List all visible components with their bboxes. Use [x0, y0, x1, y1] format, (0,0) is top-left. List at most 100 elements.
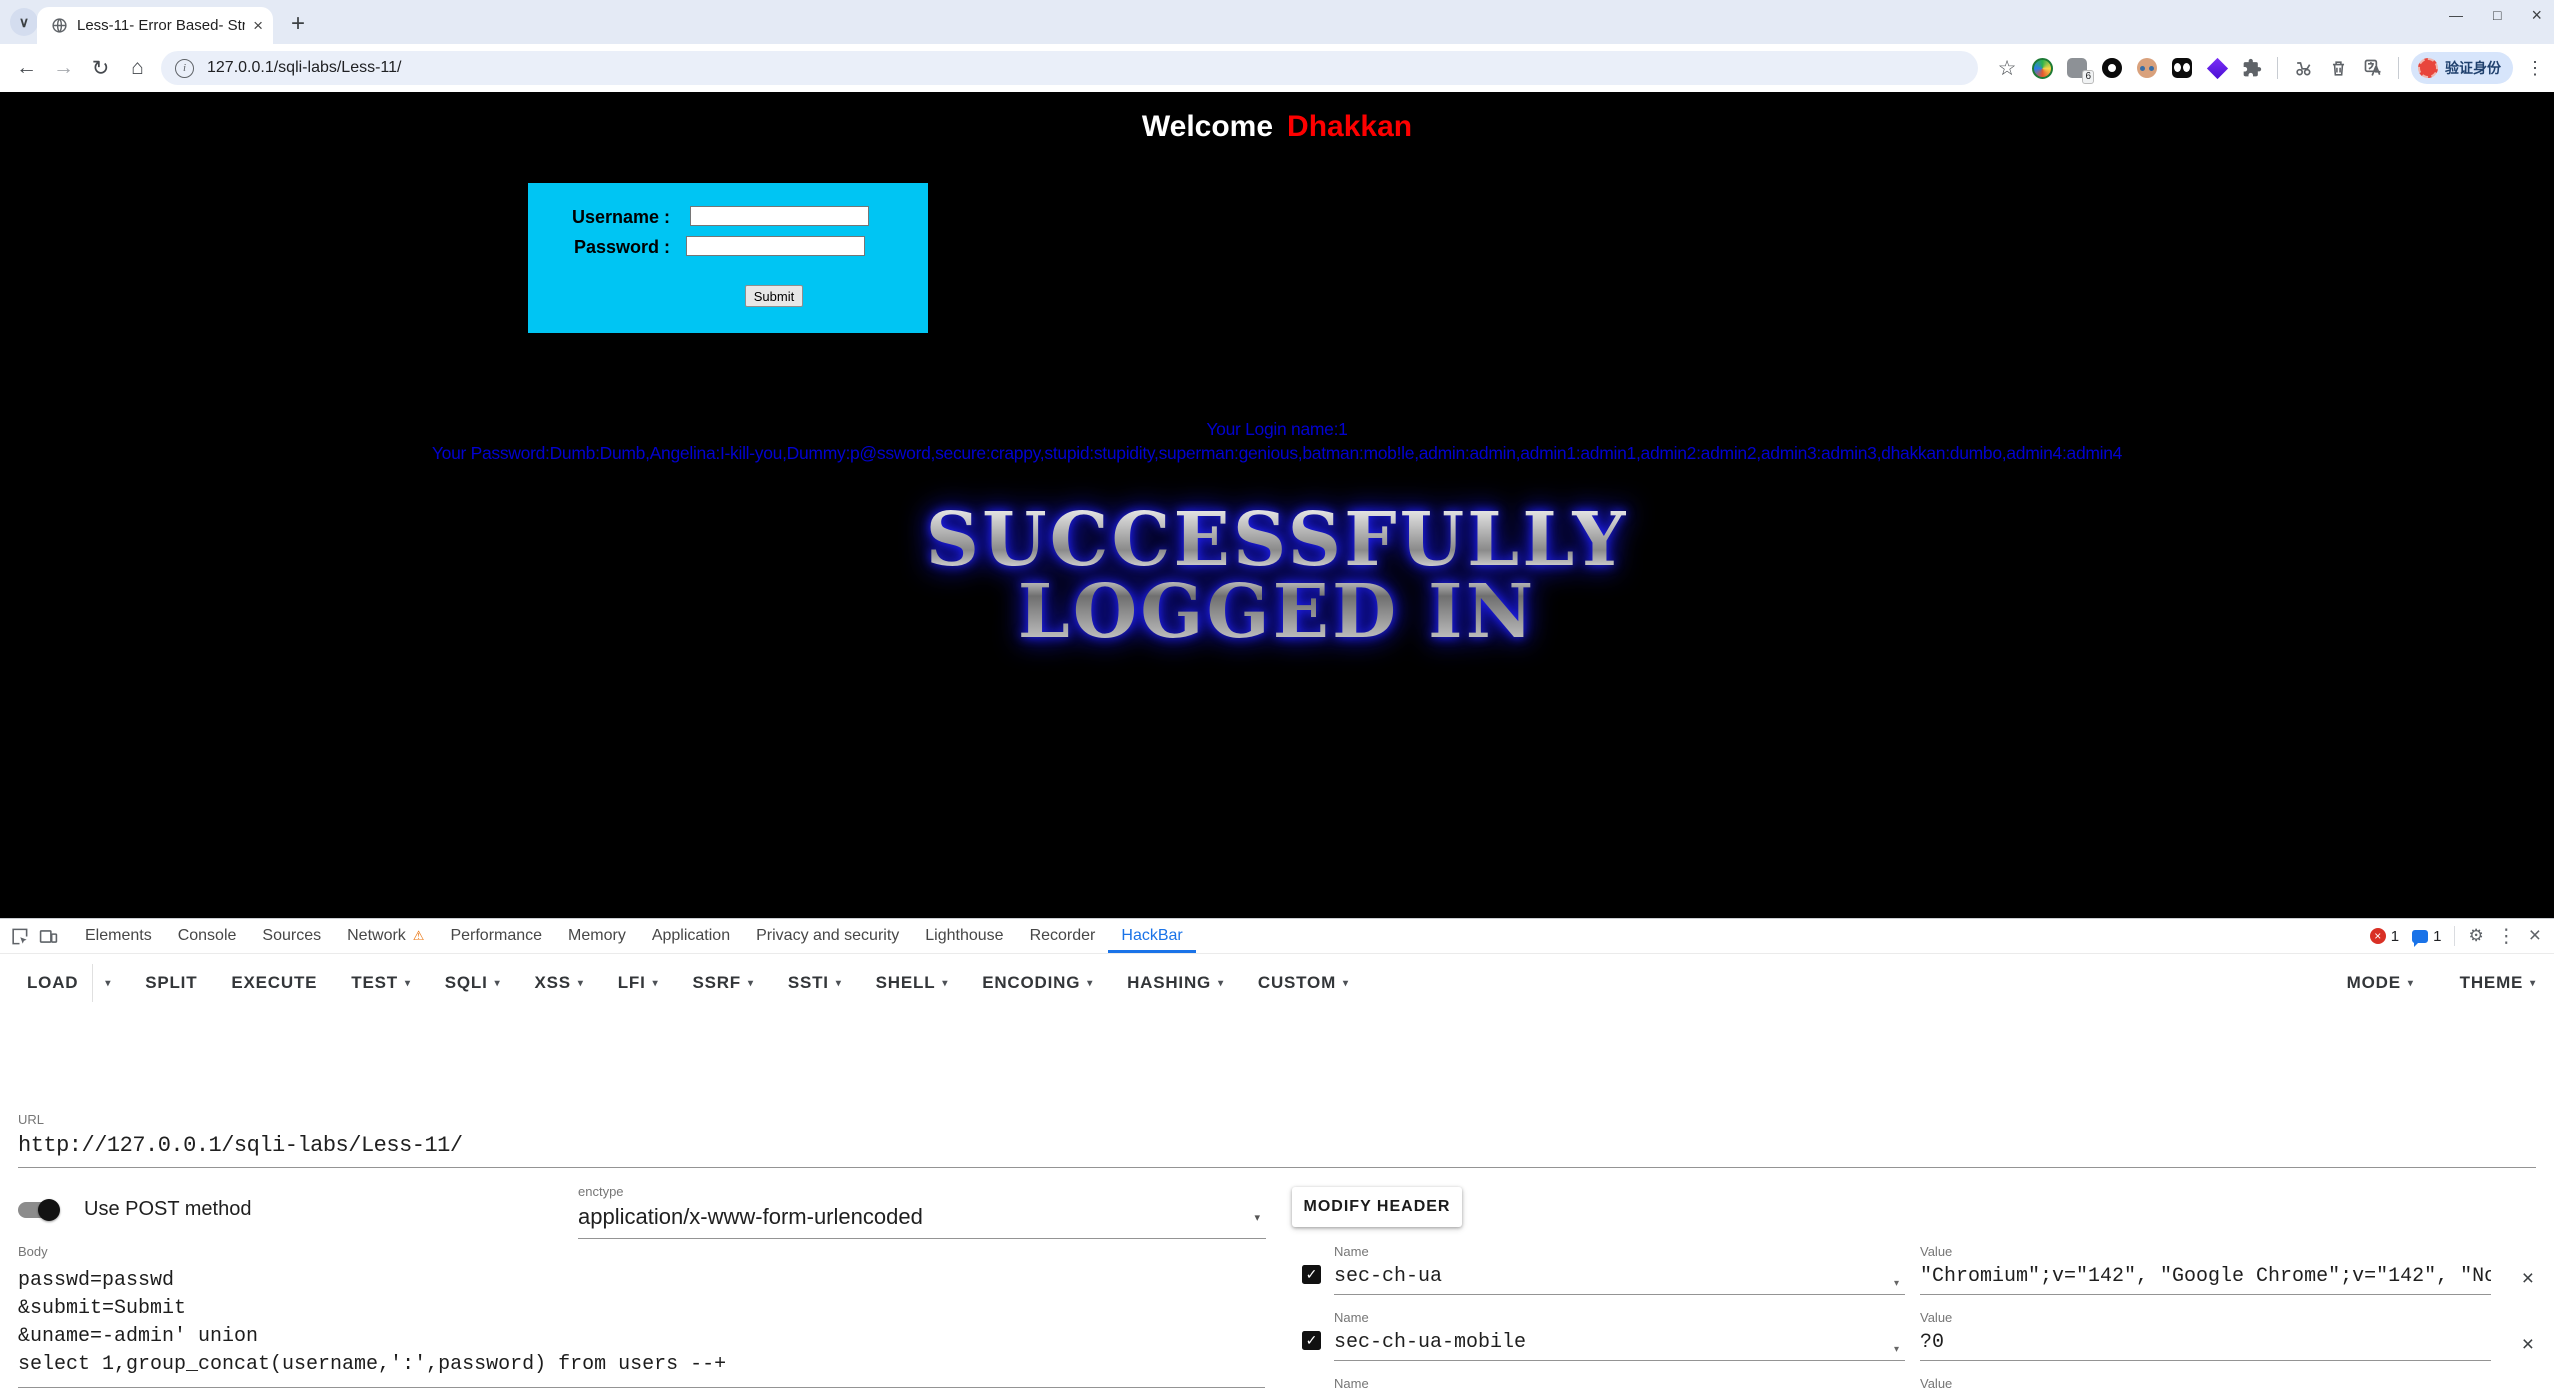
header-checkbox[interactable]: ✓ [1302, 1331, 1321, 1350]
post-method-row: Use POST method [18, 1198, 251, 1221]
header-checkbox[interactable]: ✓ [1302, 1265, 1321, 1284]
reload-icon[interactable]: ↻ [82, 56, 119, 81]
devtools-close-icon[interactable]: × [2529, 924, 2541, 948]
translate-icon[interactable] [2360, 55, 2386, 81]
devtools-tab-bar: Elements Console Sources Network ⚠ Perfor… [0, 919, 2554, 954]
tab-strip: ∨ Less-11- Error Based- String × + — □ × [0, 0, 2554, 44]
menu-theme[interactable]: THEME ▾ [2460, 973, 2536, 993]
window-maximize-icon[interactable]: □ [2493, 7, 2501, 23]
mask-extension-icon[interactable] [2169, 55, 2195, 81]
cart-extension-icon[interactable] [2290, 55, 2316, 81]
chevron-down-icon: ▾ [835, 977, 842, 989]
window-close-icon[interactable]: × [2531, 5, 2542, 26]
menu-shell[interactable]: SHELL ▾ [876, 973, 949, 993]
devtools-tab-performance[interactable]: Performance [437, 919, 555, 953]
profile-chip[interactable]: 验证身份 [2411, 52, 2513, 84]
menu-load[interactable]: LOAD ▾ [27, 964, 111, 1002]
check-icon: ✓ [1305, 1332, 1318, 1348]
menu-ssti[interactable]: SSTI ▾ [788, 973, 842, 993]
tab-close-icon[interactable]: × [253, 16, 263, 36]
page-title: Welcome Dhakkan [0, 110, 2554, 144]
settings-gear-icon[interactable]: ⚙ [2468, 926, 2483, 946]
post-method-toggle[interactable] [18, 1198, 60, 1221]
chevron-down-icon[interactable]: ▾ [1894, 1344, 1899, 1355]
modify-header-button[interactable]: MODIFY HEADER [1292, 1187, 1462, 1227]
header-value-value[interactable]: ?0 [1920, 1331, 2491, 1361]
devtools-tab-privacy[interactable]: Privacy and security [743, 919, 912, 953]
menu-test[interactable]: TEST ▾ [351, 973, 410, 993]
remove-header-icon[interactable]: × [2522, 1334, 2534, 1355]
error-counter[interactable]: × 1 [2369, 928, 2399, 945]
browser-menu-icon[interactable]: ⋮ [2522, 55, 2548, 81]
devtools-tab-elements[interactable]: Elements [72, 919, 165, 953]
url-field-label: URL [18, 1112, 45, 1127]
devtools-tab-lighthouse[interactable]: Lighthouse [912, 919, 1016, 953]
body-field-label: Body [18, 1244, 48, 1259]
username-field[interactable] [690, 206, 869, 226]
url-text[interactable]: 127.0.0.1/sqli-labs/Less-11/ [207, 59, 401, 77]
header-name-value[interactable]: sec-ch-ua-mobile [1334, 1331, 1905, 1361]
chevron-down-icon: ▾ [1254, 1211, 1260, 1224]
devtools-tab-console[interactable]: Console [165, 919, 250, 953]
tab-search-button[interactable]: ∨ [10, 8, 38, 36]
menu-sqli[interactable]: SQLI ▾ [445, 973, 501, 993]
home-icon[interactable]: ⌂ [119, 56, 156, 80]
new-tab-button[interactable]: + [283, 9, 313, 39]
address-bar[interactable]: i 127.0.0.1/sqli-labs/Less-11/ [161, 51, 1978, 85]
browser-tab[interactable]: Less-11- Error Based- String × [37, 7, 273, 44]
body-textarea[interactable]: passwd=passwd &submit=Submit &uname=-adm… [18, 1267, 1265, 1379]
submit-button[interactable]: Submit [745, 285, 803, 307]
password-field[interactable] [686, 236, 865, 256]
device-toolbar-icon[interactable] [39, 927, 58, 946]
devtools-tab-memory[interactable]: Memory [555, 919, 639, 953]
menu-split[interactable]: SPLIT [145, 973, 197, 993]
window-minimize-icon[interactable]: — [2449, 7, 2463, 23]
menu-xss[interactable]: XSS ▾ [534, 973, 583, 993]
menu-custom[interactable]: CUSTOM ▾ [1258, 973, 1349, 993]
dark-ring-extension-icon[interactable] [2099, 55, 2125, 81]
menu-hashing[interactable]: HASHING ▾ [1127, 973, 1224, 993]
welcome-text: Welcome [1141, 110, 1274, 143]
site-info-icon[interactable]: i [175, 58, 194, 78]
menu-execute[interactable]: EXECUTE [231, 973, 317, 993]
trash-icon[interactable] [2325, 55, 2351, 81]
menu-ssrf[interactable]: SSRF ▾ [692, 973, 753, 993]
devtools-tab-sources[interactable]: Sources [249, 919, 334, 953]
avatar-extension-icon[interactable] [2134, 55, 2160, 81]
message-counter[interactable]: 1 [2412, 928, 2441, 947]
idm-extension-icon[interactable] [2029, 55, 2055, 81]
enctype-select[interactable]: application/x-www-form-urlencoded ▾ [578, 1204, 1266, 1239]
warning-icon: ⚠ [412, 928, 425, 943]
devtools-tab-recorder[interactable]: Recorder [1017, 919, 1109, 953]
diamond-extension-icon[interactable] [2204, 55, 2230, 81]
chevron-down-icon: ▾ [2530, 977, 2536, 989]
header-name-value[interactable]: sec-ch-ua [1334, 1265, 1905, 1295]
chevron-down-icon: ▾ [1087, 977, 1094, 989]
counter-extension-icon[interactable]: 6 [2064, 55, 2094, 84]
chevron-down-icon[interactable]: ▾ [105, 978, 111, 989]
url-field-value[interactable]: http://127.0.0.1/sqli-labs/Less-11/ [18, 1133, 2536, 1168]
devtools-tab-hackbar[interactable]: HackBar [1108, 919, 1195, 953]
devtools-tab-network[interactable]: Network ⚠ [334, 919, 437, 953]
extensions-puzzle-icon[interactable] [2239, 55, 2265, 81]
menu-lfi[interactable]: LFI ▾ [618, 973, 659, 993]
extension-badge: 6 [2082, 70, 2094, 84]
devtools-tab-application[interactable]: Application [639, 919, 743, 953]
bookmark-star-icon[interactable]: ☆ [1994, 55, 2020, 81]
inspect-element-icon[interactable] [10, 927, 29, 946]
chevron-down-icon[interactable]: ▾ [1894, 1278, 1899, 1289]
forward-icon[interactable]: → [45, 56, 82, 80]
remove-header-icon[interactable]: × [2522, 1268, 2534, 1289]
chevron-down-icon: ▾ [1218, 977, 1224, 989]
header-value-value[interactable]: "Chromium";v="142", "Google Chrome";v="1… [1920, 1265, 2491, 1295]
devtools-menu-icon[interactable]: ⋮ [2497, 925, 2516, 947]
chevron-down-icon: ▾ [1343, 977, 1349, 989]
back-icon[interactable]: ← [8, 56, 45, 80]
header-name-field: Name sec-ch-ua ▾ [1334, 1244, 1905, 1295]
chevron-down-icon: ▾ [2407, 977, 2414, 989]
menu-mode[interactable]: MODE ▾ [2347, 973, 2414, 993]
password-label: Password : [573, 237, 670, 257]
login-form: Username : Password : Submit [528, 183, 928, 333]
menu-encoding[interactable]: ENCODING ▾ [982, 973, 1093, 993]
message-bubble-icon [2412, 929, 2429, 947]
